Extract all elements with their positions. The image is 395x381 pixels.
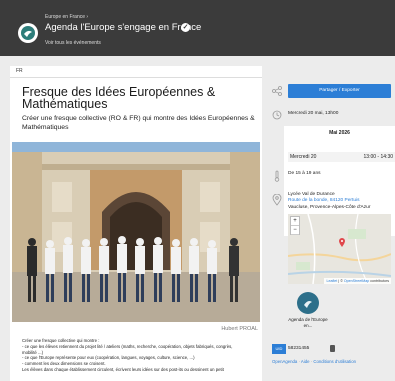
verified-check-icon: ✓	[181, 23, 190, 32]
organizer-avatar	[297, 292, 319, 314]
all-events-link[interactable]: Voir tous les événements	[45, 40, 101, 46]
age-icon	[274, 170, 280, 182]
site-header: Europe en France › Agenda l'Europe s'eng…	[0, 0, 395, 56]
help-link[interactable]: Aide	[301, 359, 310, 364]
organizer-card[interactable]: Agenda de l'Europe en...	[288, 292, 328, 328]
language-tab-fr[interactable]: FR	[16, 68, 23, 74]
organizer-name: Agenda de l'Europe en...	[288, 317, 328, 328]
description-line: - ce que les élèves retiennent du projet…	[22, 343, 233, 349]
share-export-button[interactable]: Partager / Exporter	[288, 84, 391, 98]
calendar-month: Mai 2026	[329, 130, 350, 136]
venue-address: Lycée Val de Durance Route de la bonde, …	[288, 192, 393, 211]
event-sidebar: Partager / Exporter Mercredi 20 mai, 13h…	[268, 78, 395, 381]
terms-link[interactable]: Conditions d'utilisation	[313, 359, 356, 364]
calendar-session-row[interactable]: Mercredi 20 13:00 - 14:30	[288, 152, 395, 162]
footer-links: OpenAgenda · Aide · Conditions d'utilisa…	[272, 359, 356, 364]
agenda-logo-icon[interactable]	[18, 23, 38, 43]
breadcrumb[interactable]: Europe en France ›	[45, 14, 88, 20]
description-line: Les élèves dans chaque établissement cir…	[22, 366, 224, 372]
event-photo	[12, 142, 260, 322]
zoom-out-button[interactable]: −	[291, 226, 299, 235]
osm-link[interactable]: OpenStreetMap	[344, 279, 369, 283]
map-zoom-control: + −	[290, 216, 300, 235]
event-description: Créer une fresque collective qui montre …	[22, 338, 258, 373]
map-attribution: Leaflet | © OpenStreetMap contributors	[324, 278, 391, 284]
region: Vaucluse, Provence-Alpes-Côte d'Azur	[288, 204, 371, 210]
event-title: Fresque des Idées Européennes & Mathémat…	[22, 85, 216, 111]
share-icon	[272, 86, 282, 96]
location-map[interactable]: + − Leaflet | © OpenStreetMap contributo…	[288, 214, 391, 284]
language-bar: FR	[10, 66, 262, 78]
date-summary: Mercredi 20 mai, 13h00	[288, 111, 339, 116]
session-day: Mercredi 20	[290, 154, 317, 160]
attribution-text: contributors	[369, 279, 389, 283]
session-time: 13:00 - 14:30	[363, 154, 393, 160]
agenda-title[interactable]: Agenda l'Europe s'engage en France	[45, 22, 201, 33]
clock-icon	[272, 110, 282, 120]
event-card: Fresque des Idées Européennes & Mathémat…	[10, 78, 262, 381]
location-pin-icon	[272, 194, 282, 206]
uid-tag: UID	[272, 344, 286, 354]
openagenda-link[interactable]: OpenAgenda	[272, 359, 297, 364]
uid-code: 58231455	[288, 346, 310, 351]
attribution-separator: | ©	[337, 279, 344, 283]
zoom-in-button[interactable]: +	[291, 217, 299, 226]
age-range: De 15 à 19 ans	[288, 171, 321, 176]
leaflet-link[interactable]: Leaflet	[326, 279, 337, 283]
photo-credit: Hubert PROAL	[221, 326, 258, 332]
map-marker-icon[interactable]	[339, 238, 345, 247]
event-lead: Créer une fresque collective (RO & FR) q…	[22, 115, 255, 131]
copy-icon[interactable]	[330, 345, 335, 352]
uid-row: UID 58231455	[272, 344, 337, 354]
